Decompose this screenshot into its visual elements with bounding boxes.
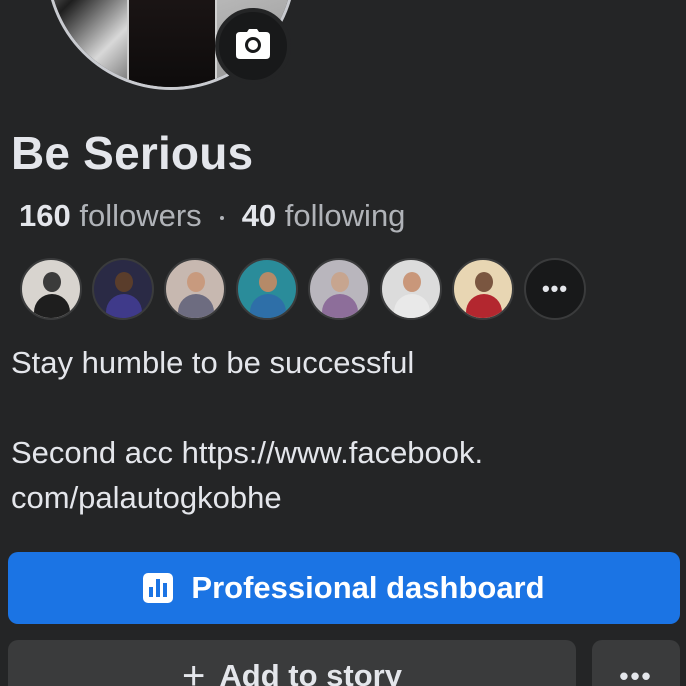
professional-dashboard-button[interactable]: Professional dashboard bbox=[8, 552, 680, 624]
profile-page: Be Serious 160 followers 40 following •••… bbox=[0, 0, 686, 686]
separator-dot bbox=[219, 215, 224, 220]
add-to-story-button[interactable]: + Add to story bbox=[8, 640, 576, 686]
bio-link-line[interactable]: com/palautogkobhe bbox=[11, 475, 611, 520]
friend-avatar[interactable] bbox=[164, 258, 226, 320]
bio-line: Stay humble to be successful bbox=[11, 345, 415, 380]
friend-avatar[interactable] bbox=[20, 258, 82, 320]
friend-avatar[interactable] bbox=[380, 258, 442, 320]
bio-link-line[interactable]: Second acc https://www.facebook. bbox=[11, 430, 611, 475]
following-link[interactable]: 40 following bbox=[242, 198, 406, 233]
followers-link[interactable]: 160 followers bbox=[19, 198, 202, 233]
change-profile-picture-button[interactable] bbox=[215, 8, 291, 84]
more-friends-button[interactable]: ••• bbox=[524, 258, 586, 320]
add-to-story-label: Add to story bbox=[219, 658, 402, 686]
followers-count: 160 bbox=[19, 198, 71, 233]
ellipsis-icon: ••• bbox=[619, 660, 653, 686]
more-options-button[interactable]: ••• bbox=[592, 640, 680, 686]
bio: Stay humble to be successful Second acc … bbox=[11, 340, 611, 520]
plus-icon: + bbox=[182, 654, 206, 686]
friend-avatar[interactable] bbox=[452, 258, 514, 320]
friend-avatar[interactable] bbox=[92, 258, 154, 320]
professional-dashboard-label: Professional dashboard bbox=[191, 570, 545, 605]
following-count: 40 bbox=[241, 198, 277, 233]
friend-avatar[interactable] bbox=[236, 258, 298, 320]
bar-chart-icon bbox=[143, 573, 174, 603]
ellipsis-icon: ••• bbox=[541, 276, 569, 301]
follow-stats: 160 followers 40 following bbox=[19, 198, 405, 234]
profile-name: Be Serious bbox=[11, 127, 254, 179]
friend-avatar[interactable] bbox=[308, 258, 370, 320]
camera-icon bbox=[236, 28, 270, 64]
followers-label: followers bbox=[79, 198, 202, 233]
following-label: following bbox=[284, 198, 406, 233]
